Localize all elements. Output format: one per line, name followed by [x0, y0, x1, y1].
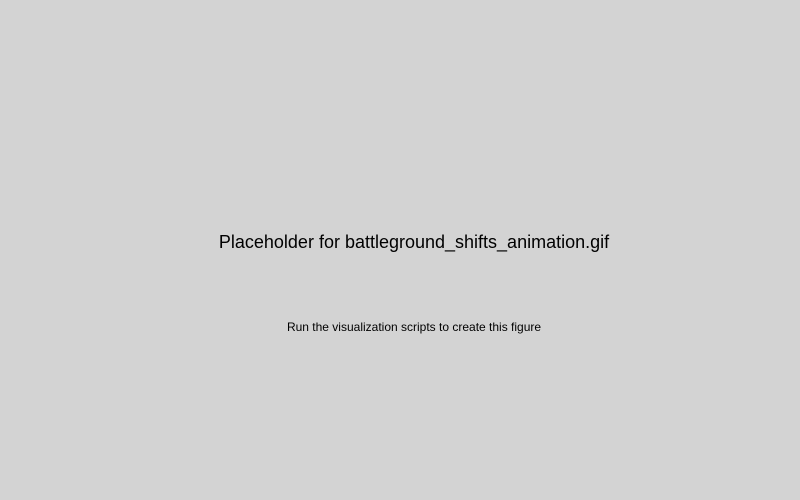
placeholder-title: Placeholder for battleground_shifts_anim…: [218, 232, 610, 252]
placeholder-figure: Placeholder for battleground_shifts_anim…: [0, 0, 800, 500]
placeholder-subtitle: Run the visualization scripts to create …: [286, 320, 542, 334]
